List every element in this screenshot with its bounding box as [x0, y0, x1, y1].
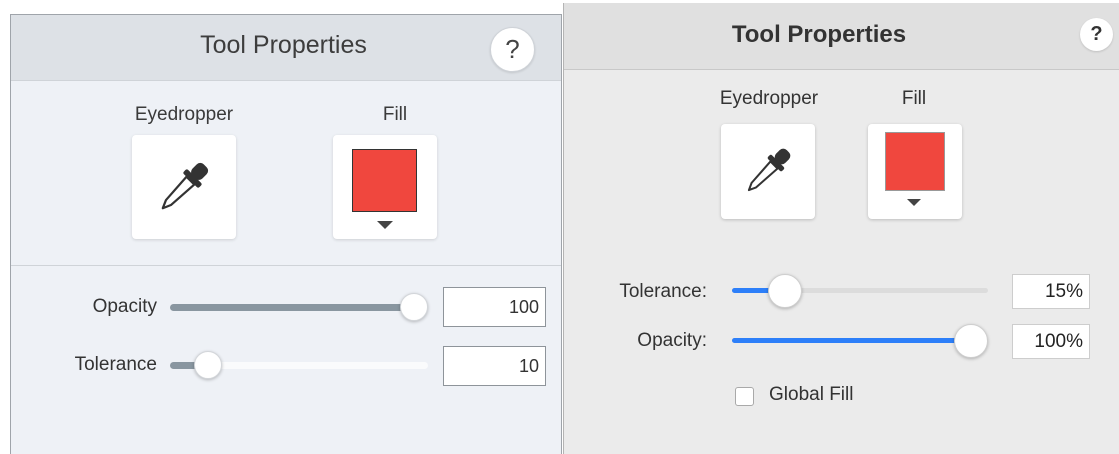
opacity-slider-track[interactable]	[170, 304, 428, 311]
opacity-value-field[interactable]: 100%	[1012, 324, 1090, 359]
panel-header: Tool Properties ?	[11, 15, 561, 81]
eyedropper-button[interactable]	[132, 135, 236, 239]
tolerance-value-field[interactable]: 15%	[1012, 274, 1090, 309]
tolerance-slider-thumb[interactable]	[194, 351, 222, 379]
fill-label: Fill	[901, 88, 927, 109]
fill-color-swatch	[352, 149, 417, 212]
opacity-slider-fill	[170, 304, 414, 311]
panel-title: Tool Properties	[200, 31, 367, 59]
opacity-label: Opacity	[92, 296, 157, 317]
opacity-slider-fill	[732, 338, 971, 343]
chevron-down-icon	[377, 221, 393, 229]
panel-header: Tool Properties ?	[564, 3, 1119, 70]
divider	[11, 265, 561, 266]
help-button[interactable]: ?	[1080, 18, 1113, 51]
tolerance-slider-thumb[interactable]	[768, 274, 802, 308]
tolerance-label: Tolerance	[74, 354, 157, 375]
help-button[interactable]: ?	[490, 27, 535, 72]
chevron-down-icon	[907, 199, 921, 206]
opacity-slider-thumb[interactable]	[400, 293, 428, 321]
tool-properties-panel-left: Tool Properties ? Eyedropper Fill Opacit…	[10, 14, 562, 454]
fill-label: Fill	[382, 104, 408, 125]
fill-color-swatch	[885, 132, 945, 191]
opacity-label: Opacity:	[637, 330, 707, 351]
eyedropper-label: Eyedropper	[719, 88, 819, 109]
tool-properties-panel-right: Tool Properties ? Eyedropper Fill Tolera…	[563, 3, 1119, 454]
eyedropper-label: Eyedropper	[134, 104, 234, 125]
tolerance-label: Tolerance:	[619, 281, 707, 302]
eyedropper-button[interactable]	[721, 124, 815, 219]
opacity-value-field[interactable]: 100	[443, 287, 546, 327]
fill-color-button[interactable]	[868, 124, 962, 219]
opacity-slider-track[interactable]	[732, 338, 988, 343]
tolerance-value-field[interactable]: 10	[443, 346, 546, 386]
panel-title: Tool Properties	[731, 21, 907, 48]
opacity-slider-thumb[interactable]	[954, 324, 988, 358]
global-fill-checkbox[interactable]	[735, 387, 754, 406]
eyedropper-icon	[747, 148, 791, 192]
global-fill-label: Global Fill	[769, 384, 854, 405]
eyedropper-icon	[161, 162, 209, 210]
fill-color-button[interactable]	[333, 135, 437, 239]
